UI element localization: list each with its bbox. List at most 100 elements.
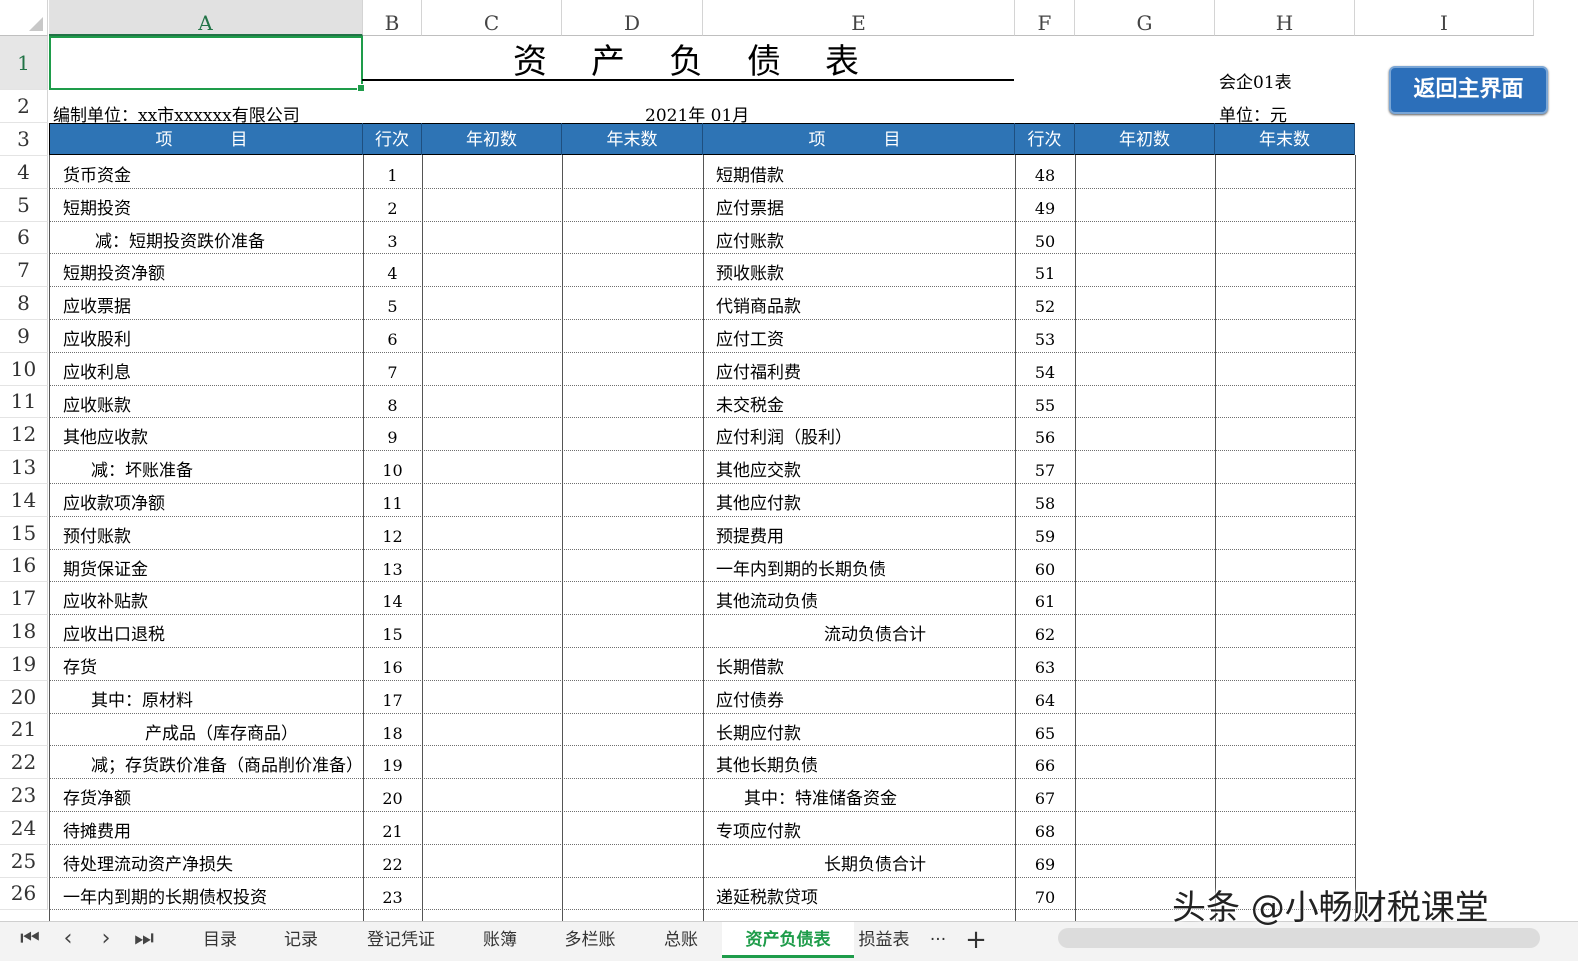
liability-item[interactable]: 长期负债合计 <box>824 845 926 878</box>
liability-line-no[interactable]: 48 <box>1015 156 1075 189</box>
asset-item[interactable]: 其中：原材料 <box>91 681 193 714</box>
row-header-16[interactable]: 16 <box>0 549 48 583</box>
liability-item[interactable]: 应付票据 <box>716 189 784 222</box>
asset-line-no[interactable]: 15 <box>363 615 422 648</box>
row-header-12[interactable]: 12 <box>0 418 48 452</box>
asset-line-no[interactable]: 6 <box>363 320 422 353</box>
sheet-tab-7[interactable]: 资产负债表 <box>722 922 854 958</box>
liability-item[interactable]: 其他长期负债 <box>716 746 818 779</box>
liability-line-no[interactable]: 61 <box>1015 582 1075 615</box>
liability-line-no[interactable]: 49 <box>1015 189 1075 222</box>
liability-item[interactable]: 一年内到期的长期负债 <box>716 550 886 583</box>
asset-item[interactable]: 短期投资净额 <box>63 254 165 287</box>
tab-more-button[interactable]: ··· <box>918 922 958 958</box>
asset-item[interactable]: 应收股利 <box>63 320 131 353</box>
liability-line-no[interactable]: 50 <box>1015 222 1075 255</box>
liability-item[interactable]: 应付福利费 <box>716 353 801 386</box>
liability-line-no[interactable]: 66 <box>1015 746 1075 779</box>
sheet-tab-5[interactable]: 多栏账 <box>540 922 640 958</box>
asset-line-no[interactable]: 5 <box>363 287 422 320</box>
sheet-tab-8[interactable]: 损益表 <box>854 922 914 958</box>
fill-handle[interactable] <box>357 84 365 92</box>
sheet-tab-1[interactable]: 目录 <box>180 922 260 958</box>
liability-item[interactable]: 预收账款 <box>716 254 784 287</box>
row-header-20[interactable]: 20 <box>0 680 48 714</box>
asset-item[interactable]: 待处理流动资产净损失 <box>63 845 233 878</box>
asset-item[interactable]: 应收票据 <box>63 287 131 320</box>
asset-item[interactable]: 减：短期投资跌价准备 <box>95 222 265 255</box>
select-all-corner[interactable] <box>0 0 48 36</box>
sheet-tab-3[interactable]: 登记凭证 <box>342 922 460 958</box>
liability-item[interactable]: 递延税款贷项 <box>716 878 818 911</box>
sheet-tab-4[interactable]: 账簿 <box>462 922 538 958</box>
liability-item[interactable]: 其他应付款 <box>716 484 801 517</box>
liability-line-no[interactable]: 70 <box>1015 878 1075 911</box>
column-header-b[interactable]: B <box>363 0 422 36</box>
asset-item[interactable]: 应收出口退税 <box>63 615 165 648</box>
asset-line-no[interactable]: 16 <box>363 648 422 681</box>
column-header-g[interactable]: G <box>1075 0 1215 36</box>
asset-item[interactable]: 一年内到期的长期债权投资 <box>63 878 267 911</box>
liability-item[interactable]: 长期应付款 <box>716 714 801 747</box>
asset-line-no[interactable]: 8 <box>363 386 422 419</box>
liability-item[interactable]: 预提费用 <box>716 517 784 550</box>
asset-item[interactable]: 预付账款 <box>63 517 131 550</box>
add-sheet-button[interactable]: + <box>958 922 994 958</box>
liability-line-no[interactable]: 65 <box>1015 714 1075 747</box>
row-header-8[interactable]: 8 <box>0 287 48 320</box>
liability-line-no[interactable]: 64 <box>1015 681 1075 714</box>
asset-item[interactable]: 应收账款 <box>63 386 131 419</box>
liability-item[interactable]: 应付利润（股利） <box>716 418 852 451</box>
asset-line-no[interactable]: 2 <box>363 189 422 222</box>
liability-line-no[interactable]: 59 <box>1015 517 1075 550</box>
asset-line-no[interactable]: 21 <box>363 812 422 845</box>
column-header-a[interactable]: A <box>49 0 363 36</box>
row-header-1[interactable]: 1 <box>0 36 48 90</box>
asset-line-no[interactable]: 10 <box>363 451 422 484</box>
asset-line-no[interactable]: 22 <box>363 845 422 878</box>
asset-line-no[interactable]: 19 <box>363 746 422 779</box>
liability-line-no[interactable]: 68 <box>1015 812 1075 845</box>
sheet-tab-6[interactable]: 总账 <box>642 922 720 958</box>
row-header-17[interactable]: 17 <box>0 582 48 616</box>
asset-item[interactable]: 减：坏账准备 <box>91 451 193 484</box>
row-header-10[interactable]: 10 <box>0 352 48 386</box>
liability-line-no[interactable]: 69 <box>1015 845 1075 878</box>
liability-item[interactable]: 其他应交款 <box>716 451 801 484</box>
liability-item[interactable]: 应付账款 <box>716 222 784 255</box>
asset-item[interactable]: 存货净额 <box>63 779 131 812</box>
asset-item[interactable]: 存货 <box>63 648 97 681</box>
asset-item[interactable]: 期货保证金 <box>63 550 148 583</box>
row-header-26[interactable]: 26 <box>0 877 48 911</box>
liability-item[interactable]: 长期借款 <box>716 648 784 681</box>
asset-line-no[interactable]: 20 <box>363 779 422 812</box>
row-header-6[interactable]: 6 <box>0 221 48 255</box>
liability-line-no[interactable]: 57 <box>1015 451 1075 484</box>
row-header-15[interactable]: 15 <box>0 516 48 550</box>
row-header-21[interactable]: 21 <box>0 713 48 747</box>
liability-line-no[interactable]: 55 <box>1015 386 1075 419</box>
asset-line-no[interactable]: 11 <box>363 484 422 517</box>
return-main-button[interactable]: 返回主界面 <box>1389 66 1548 114</box>
asset-line-no[interactable]: 4 <box>363 254 422 287</box>
asset-line-no[interactable]: 1 <box>363 156 422 189</box>
row-header-11[interactable]: 11 <box>0 385 48 419</box>
asset-item[interactable]: 待摊费用 <box>63 812 131 845</box>
asset-line-no[interactable]: 12 <box>363 517 422 550</box>
liability-item[interactable]: 其中：特准储备资金 <box>744 779 897 812</box>
asset-item[interactable]: 应收补贴款 <box>63 582 148 615</box>
liability-item[interactable]: 应付工资 <box>716 320 784 353</box>
asset-item[interactable]: 应收利息 <box>63 353 131 386</box>
asset-item[interactable]: 短期投资 <box>63 189 131 222</box>
asset-line-no[interactable]: 13 <box>363 550 422 583</box>
liability-line-no[interactable]: 60 <box>1015 550 1075 583</box>
selected-cell-a1[interactable] <box>49 36 365 92</box>
liability-line-no[interactable]: 63 <box>1015 648 1075 681</box>
asset-line-no[interactable]: 17 <box>363 681 422 714</box>
liability-item[interactable]: 未交税金 <box>716 386 784 419</box>
column-header-i[interactable]: I <box>1355 0 1534 36</box>
row-header-5[interactable]: 5 <box>0 188 48 222</box>
asset-line-no[interactable]: 9 <box>363 418 422 451</box>
liability-line-no[interactable]: 56 <box>1015 418 1075 451</box>
liability-item[interactable]: 代销商品款 <box>716 287 801 320</box>
